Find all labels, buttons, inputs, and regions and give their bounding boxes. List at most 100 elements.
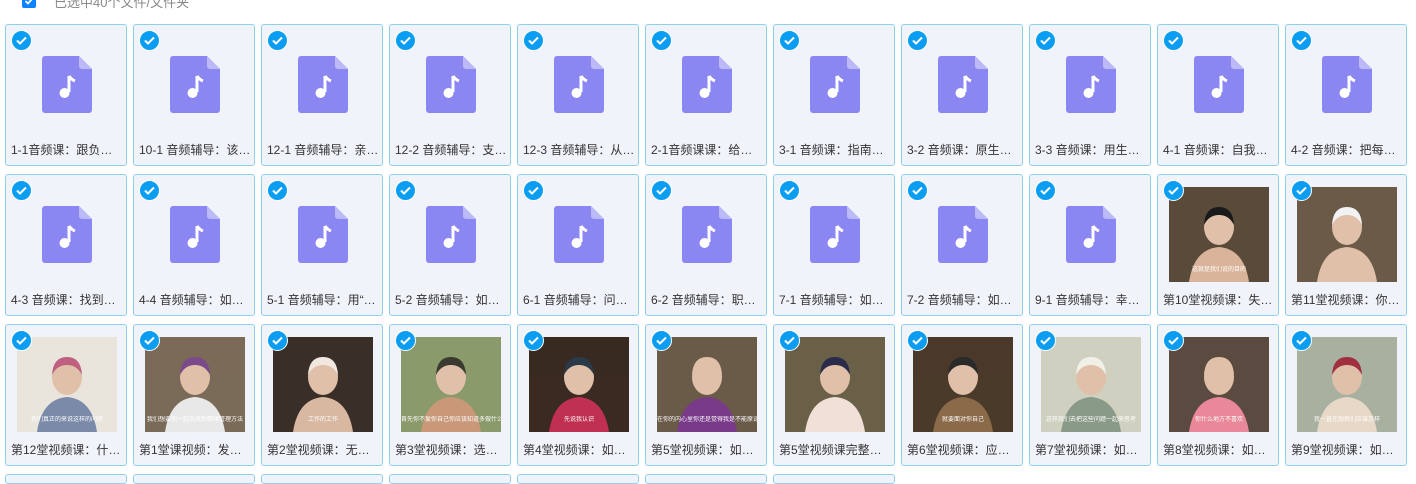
video-file-tile[interactable]: #e0c0a8"/>在你的内心里你还是觉得我是不能原谅的第5堂视频课：如… xyxy=(645,324,767,466)
audio-file-tile[interactable]: 5-1 音频辅导：用“… xyxy=(261,174,383,316)
file-checkbox[interactable] xyxy=(1035,330,1056,351)
video-file-tile[interactable]: #e0c0a8"/>我们真正的来说这样的问题第12堂视频课：什… xyxy=(5,324,127,466)
audio-file-tile[interactable]: 9-1 音频辅导：幸… xyxy=(1029,174,1151,316)
audio-file-tile[interactable]: 12-2 音频辅导：支… xyxy=(389,24,511,166)
file-thumbnail[interactable]: #e0c0a8"/>你什么地方不喜欢 xyxy=(1169,337,1269,432)
file-checkbox[interactable] xyxy=(1291,330,1312,351)
file-checkbox[interactable] xyxy=(1291,30,1312,51)
audio-file-tile[interactable]: 1-1音频课：跟负… xyxy=(5,24,127,166)
file-checkbox[interactable] xyxy=(139,330,160,351)
video-file-tile[interactable]: #e0c0a8"/>就要面对你自己第6堂视频课：应… xyxy=(901,324,1023,466)
file-checkbox[interactable] xyxy=(395,330,416,351)
audio-file-tile[interactable]: 10-1 音频辅导：该… xyxy=(133,24,255,166)
file-checkbox[interactable] xyxy=(651,30,672,51)
file-tile-partial[interactable] xyxy=(389,474,511,484)
file-checkbox[interactable] xyxy=(139,180,160,201)
file-thumbnail[interactable] xyxy=(145,187,245,282)
file-checkbox[interactable] xyxy=(1163,30,1184,51)
file-thumbnail[interactable]: #e0c0a8"/>就要面对你自己 xyxy=(913,337,1013,432)
file-thumbnail[interactable] xyxy=(1041,37,1141,132)
file-thumbnail[interactable] xyxy=(1041,187,1141,282)
file-tile-partial[interactable] xyxy=(5,474,127,484)
file-thumbnail[interactable] xyxy=(1169,37,1269,132)
file-thumbnail[interactable] xyxy=(657,37,757,132)
file-tile-partial[interactable] xyxy=(645,474,767,484)
file-thumbnail[interactable] xyxy=(17,187,117,282)
file-checkbox[interactable] xyxy=(651,180,672,201)
video-file-tile[interactable]: #e0c0a8"/>这就是我们说的目的第10堂视频课：失… xyxy=(1157,174,1279,316)
audio-file-tile[interactable]: 4-1 音频课：自我… xyxy=(1157,24,1279,166)
file-thumbnail[interactable] xyxy=(657,187,757,282)
file-checkbox[interactable] xyxy=(779,180,800,201)
file-checkbox[interactable] xyxy=(11,30,32,51)
file-checkbox[interactable] xyxy=(267,330,288,351)
file-thumbnail[interactable] xyxy=(1297,37,1397,132)
file-checkbox[interactable] xyxy=(139,30,160,51)
audio-file-tile[interactable]: 12-1 音频辅导：亲… xyxy=(261,24,383,166)
audio-file-tile[interactable]: 3-2 音频课：原生… xyxy=(901,24,1023,166)
video-file-tile[interactable]: #e0c0a8"/>我们想要你一起去找到情绪管理方法第1堂课视频：发… xyxy=(133,324,255,466)
file-thumbnail[interactable] xyxy=(273,37,373,132)
file-thumbnail[interactable] xyxy=(145,37,245,132)
video-file-tile[interactable]: #e0c0a8"/>你什么地方不喜欢第8堂视频课：如… xyxy=(1157,324,1279,466)
file-checkbox[interactable] xyxy=(907,330,928,351)
file-thumbnail[interactable]: #e0c0a8"/>这就是我们说的目的 xyxy=(1169,187,1269,282)
video-file-tile[interactable]: #e0c0a8"/>首先你不爱你自己你应该知道多做什么第3堂视频课：选… xyxy=(389,324,511,466)
file-thumbnail[interactable] xyxy=(529,187,629,282)
file-thumbnail[interactable]: #e0c0a8"/>我们真正的来说这样的问题 xyxy=(17,337,117,432)
file-checkbox[interactable] xyxy=(11,330,32,351)
audio-file-tile[interactable]: 6-1 音频辅导：问… xyxy=(517,174,639,316)
file-thumbnail[interactable]: #e0c0a8"/>首先你不爱你自己你应该知道多做什么 xyxy=(401,337,501,432)
audio-file-tile[interactable]: 6-2 音频辅导：职… xyxy=(645,174,767,316)
file-checkbox[interactable] xyxy=(395,180,416,201)
file-thumbnail[interactable] xyxy=(17,37,117,132)
video-file-tile[interactable]: #e0c0a8"/> 第5堂视频课完整… xyxy=(773,324,895,466)
audio-file-tile[interactable]: 3-3 音频课：用生… xyxy=(1029,24,1151,166)
video-file-tile[interactable]: #e0c0a8"/>工作的工作第2堂视频课：无… xyxy=(261,324,383,466)
file-thumbnail[interactable] xyxy=(913,37,1013,132)
file-thumbnail[interactable] xyxy=(273,187,373,282)
file-thumbnail[interactable]: #e0c0a8"/>这样我们去把这些问题一起来思考 xyxy=(1041,337,1141,432)
file-checkbox[interactable] xyxy=(523,330,544,351)
file-checkbox[interactable] xyxy=(1035,30,1056,51)
file-thumbnail[interactable]: #e0c0a8"/>我一直在想我们应该怎样 xyxy=(1297,337,1397,432)
select-all-checkbox[interactable] xyxy=(22,0,36,8)
audio-file-tile[interactable]: 4-2 音频课：把每… xyxy=(1285,24,1407,166)
video-file-tile[interactable]: #e0c0a8"/>我一直在想我们应该怎样第9堂视频课：如… xyxy=(1285,324,1407,466)
audio-file-tile[interactable]: 7-1 音频辅导：如… xyxy=(773,174,895,316)
video-file-tile[interactable]: #e0c0a8"/>这样我们去把这些问题一起来思考第7堂视频课：如… xyxy=(1029,324,1151,466)
audio-file-tile[interactable]: 2-1音频课课：给… xyxy=(645,24,767,166)
file-thumbnail[interactable]: #e0c0a8"/>在你的内心里你还是觉得我是不能原谅的 xyxy=(657,337,757,432)
file-thumbnail[interactable] xyxy=(785,37,885,132)
file-thumbnail[interactable] xyxy=(913,187,1013,282)
audio-file-tile[interactable]: 12-3 音频辅导：从… xyxy=(517,24,639,166)
file-tile-partial[interactable] xyxy=(133,474,255,484)
file-checkbox[interactable] xyxy=(779,30,800,51)
file-checkbox[interactable] xyxy=(907,30,928,51)
file-checkbox[interactable] xyxy=(779,330,800,351)
file-thumbnail[interactable] xyxy=(785,187,885,282)
file-checkbox[interactable] xyxy=(1291,180,1312,201)
file-tile-partial[interactable] xyxy=(517,474,639,484)
file-checkbox[interactable] xyxy=(267,30,288,51)
audio-file-tile[interactable]: 5-2 音频辅导：如… xyxy=(389,174,511,316)
file-checkbox[interactable] xyxy=(1035,180,1056,201)
video-file-tile[interactable]: #e0c0a8"/> 第11堂视频课：你… xyxy=(1285,174,1407,316)
file-checkbox[interactable] xyxy=(651,330,672,351)
file-checkbox[interactable] xyxy=(523,30,544,51)
file-checkbox[interactable] xyxy=(395,30,416,51)
file-thumbnail[interactable] xyxy=(401,37,501,132)
file-thumbnail[interactable]: #e0c0a8"/>工作的工作 xyxy=(273,337,373,432)
audio-file-tile[interactable]: 4-3 音频课：找到… xyxy=(5,174,127,316)
audio-file-tile[interactable]: 7-2 音频辅导：如… xyxy=(901,174,1023,316)
video-file-tile[interactable]: #e0c0a8"/>先说我认识第4堂视频课：如… xyxy=(517,324,639,466)
file-thumbnail[interactable] xyxy=(529,37,629,132)
file-thumbnail[interactable]: #e0c0a8"/> xyxy=(1297,187,1397,282)
audio-file-tile[interactable]: 4-4 音频辅导：如… xyxy=(133,174,255,316)
file-thumbnail[interactable]: #e0c0a8"/> xyxy=(785,337,885,432)
file-tile-partial[interactable] xyxy=(261,474,383,484)
file-thumbnail[interactable] xyxy=(401,187,501,282)
file-tile-partial[interactable] xyxy=(773,474,895,484)
file-checkbox[interactable] xyxy=(1163,330,1184,351)
file-checkbox[interactable] xyxy=(907,180,928,201)
